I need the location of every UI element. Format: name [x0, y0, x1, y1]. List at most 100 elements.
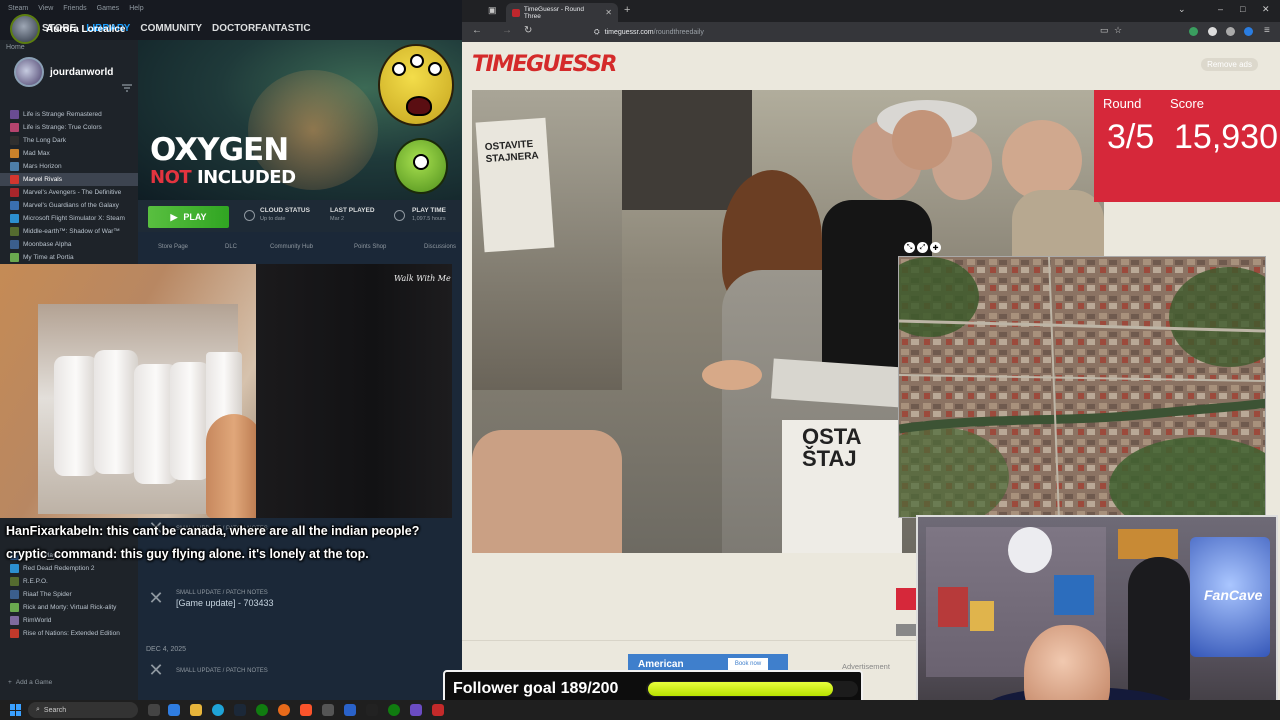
download-icon[interactable]	[1189, 27, 1198, 36]
app-icon[interactable]	[168, 704, 180, 716]
sidebar-game-item[interactable]: R.E.P.O.	[0, 575, 138, 588]
protest-sign-text: OSTAVITE STAJNERA	[484, 138, 540, 166]
reader-icon[interactable]: ▭	[1100, 25, 1109, 36]
sidebar-game-item[interactable]: Mars Horizon	[0, 160, 138, 173]
url-field[interactable]: ⛭ timeguessr.com/roundthreedaily	[594, 26, 704, 39]
app-icon[interactable]	[344, 704, 356, 716]
chat-message: cryptic_command: this guy flying alone. …	[6, 545, 446, 564]
tab-store-page[interactable]: Store Page	[158, 244, 188, 250]
satellite-map-image	[899, 257, 1265, 517]
tab-discussions[interactable]: Discussions	[424, 244, 456, 250]
sidebar-game-item[interactable]: Riaaf The Spider	[0, 588, 138, 601]
expand-map-icon[interactable]: ⤡	[904, 242, 915, 253]
nav-profile[interactable]: DOCTORFANTASTIC	[212, 23, 311, 34]
favicon-icon	[512, 8, 520, 17]
game-label: RimWorld	[23, 617, 52, 624]
game-label: Riaaf The Spider	[23, 591, 72, 598]
chevron-down-icon[interactable]: ⌄	[1178, 4, 1186, 15]
extension-icon[interactable]	[1208, 27, 1217, 36]
tab-points-shop[interactable]: Points Shop	[354, 244, 386, 250]
stream-screen: { "steam": { "menubar": ["Steam", "View"…	[0, 0, 1280, 720]
back-icon[interactable]: ←	[472, 25, 482, 36]
sidebar-game-item[interactable]: RimWorld	[0, 614, 138, 627]
sidebar-game-item[interactable]: Microsoft Flight Simulator X: Steam	[0, 212, 138, 225]
minimize-icon[interactable]: –	[1218, 4, 1223, 14]
maximize-icon[interactable]: □	[1240, 4, 1245, 14]
game-label: Mars Horizon	[23, 163, 62, 170]
sidebar-game-item[interactable]: The Long Dark	[0, 134, 138, 147]
firefox-icon[interactable]	[278, 704, 290, 716]
menu-view[interactable]: View	[38, 5, 53, 12]
xbox-icon[interactable]	[256, 704, 268, 716]
task-view-icon[interactable]	[148, 704, 160, 716]
windows-start-icon[interactable]	[10, 704, 22, 716]
sidebar-game-item[interactable]: Rick and Morty: Virtual Rick-ality	[0, 601, 138, 614]
sidebar-game-item[interactable]: My Time at Portia	[0, 251, 138, 264]
menu-games[interactable]: Games	[97, 5, 120, 12]
tab-dlc[interactable]: DLC	[225, 244, 237, 250]
extension-blue-icon[interactable]	[1244, 27, 1253, 36]
account-secondary-name: jourdanworld	[50, 66, 114, 78]
obs-icon[interactable]	[366, 704, 378, 716]
sidebar-game-item[interactable]: Marvel's Avengers - The Definitive	[0, 186, 138, 199]
menu-steam[interactable]: Steam	[8, 5, 28, 12]
game-label: Rise of Nations: Extended Edition	[23, 630, 120, 637]
sidebar-game-item[interactable]: Rise of Nations: Extended Edition	[0, 627, 138, 640]
game-label: Moonbase Alpha	[23, 241, 72, 248]
new-tab-icon[interactable]: +	[624, 4, 630, 16]
sidebar-game-item[interactable]: Life is Strange: True Colors	[0, 121, 138, 134]
brave-icon[interactable]	[300, 704, 312, 716]
forward-icon[interactable]: →	[502, 25, 512, 36]
app-icon[interactable]	[432, 704, 444, 716]
play-button[interactable]: ▶ PLAY	[148, 206, 229, 228]
guess-map[interactable]	[898, 256, 1266, 518]
nav-community[interactable]: COMMUNITY	[140, 23, 202, 34]
menu-help[interactable]: Help	[129, 5, 143, 12]
file-explorer-icon[interactable]	[190, 704, 202, 716]
add-game-button[interactable]: + Add a Game	[8, 679, 52, 686]
close-tab-icon[interactable]: ✕	[605, 8, 612, 17]
sidebar-game-item[interactable]: Marvel's Guardians of the Galaxy	[0, 199, 138, 212]
site-info-icon[interactable]: ⛭	[594, 29, 600, 37]
edge-icon[interactable]	[212, 704, 224, 716]
reload-icon[interactable]: ↻	[524, 25, 532, 36]
taskbar-search[interactable]: ⌕ Search	[28, 702, 138, 718]
cloud-icon	[244, 210, 255, 221]
sidebar-game-item[interactable]: Marvel Rivals	[0, 173, 138, 186]
steam-icon[interactable]	[234, 704, 246, 716]
hand-image	[206, 414, 262, 518]
game-icon	[10, 201, 19, 210]
puzzle-icon[interactable]	[1226, 27, 1235, 36]
ad-book-button[interactable]: Book now	[728, 658, 768, 670]
tab-community-hub[interactable]: Community Hub	[270, 244, 313, 250]
remove-ads-button[interactable]: Remove ads	[1201, 58, 1258, 71]
game-icon	[10, 629, 19, 638]
star-icon[interactable]: ☆	[1114, 25, 1122, 36]
feed-item[interactable]: ✕ SMALL UPDATE / PATCH NOTES	[146, 660, 267, 681]
sidebar-game-item[interactable]: Middle-earth™: Shadow of War™	[0, 225, 138, 238]
account-secondary[interactable]: jourdanworld	[14, 57, 113, 87]
tab-list-icon[interactable]: ▣	[488, 5, 497, 16]
game-icon	[10, 616, 19, 625]
menu-friends[interactable]: Friends	[63, 5, 86, 12]
app-icon[interactable]	[322, 704, 334, 716]
xbox-icon[interactable]	[388, 704, 400, 716]
shrink-map-icon[interactable]: ⤢	[917, 242, 928, 253]
pin-map-icon[interactable]: ✚	[930, 242, 941, 253]
sidebar-game-item[interactable]: Moonbase Alpha	[0, 238, 138, 251]
game-label: Marvel's Guardians of the Galaxy	[23, 202, 119, 209]
add-game-label: Add a Game	[15, 679, 53, 686]
timeguessr-logo[interactable]: TIMEGUESSR	[472, 52, 617, 77]
account-primary[interactable]: Aurora Lorealice	[10, 14, 125, 44]
browser-tab[interactable]: TimeGuessr - Round Three ✕	[506, 3, 618, 22]
sidebar-game-item[interactable]: Life is Strange Remastered	[0, 108, 138, 121]
menu-icon[interactable]: ≡	[1264, 25, 1270, 36]
feed-item[interactable]: ✕ SMALL UPDATE / PATCH NOTES [Game update…	[146, 588, 273, 609]
close-window-icon[interactable]: ✕	[1262, 4, 1270, 15]
game-label: The Long Dark	[23, 137, 66, 144]
app-icon[interactable]	[410, 704, 422, 716]
round-score-panel: Round Score 3/5 15,930	[1094, 90, 1280, 202]
sidebar-game-item[interactable]: Mad Max	[0, 147, 138, 160]
sidebar-home[interactable]: Home	[6, 44, 25, 51]
video-dark-panel	[256, 264, 452, 518]
